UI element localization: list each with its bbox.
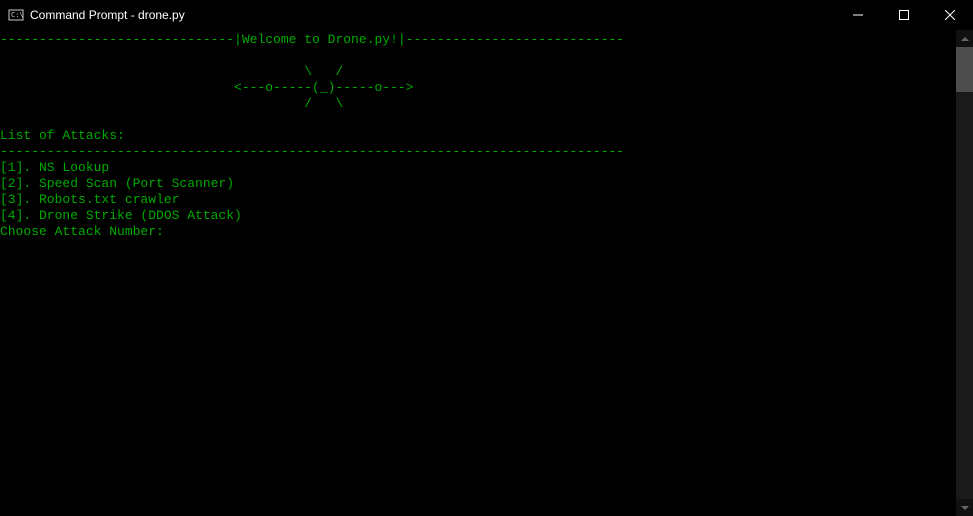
terminal-line: [1]. NS Lookup: [0, 160, 109, 175]
terminal-line: List of Attacks:: [0, 128, 125, 143]
terminal-line: / \: [0, 96, 343, 111]
terminal-prompt: Choose Attack Number:: [0, 224, 172, 239]
scrollbar-down-button[interactable]: [956, 499, 973, 516]
window-controls: [835, 0, 973, 30]
minimize-button[interactable]: [835, 0, 881, 30]
svg-text:C:\: C:\: [11, 11, 24, 19]
scrollbar-thumb[interactable]: [956, 47, 973, 92]
terminal-line: <---o-----(_)-----o--->: [0, 80, 413, 95]
terminal-line: [3]. Robots.txt crawler: [0, 192, 179, 207]
scrollbar-up-button[interactable]: [956, 30, 973, 47]
terminal-line: \ /: [0, 64, 343, 79]
cmd-icon: C:\: [8, 7, 24, 23]
scrollbar[interactable]: [956, 30, 973, 516]
terminal-content: ------------------------------|Welcome t…: [0, 30, 956, 516]
window-title: Command Prompt - drone.py: [30, 8, 835, 22]
terminal-line: [2]. Speed Scan (Port Scanner): [0, 176, 234, 191]
terminal-line: [4]. Drone Strike (DDOS Attack): [0, 208, 242, 223]
terminal-line: ------------------------------|Welcome t…: [0, 32, 624, 47]
close-button[interactable]: [927, 0, 973, 30]
terminal-area[interactable]: ------------------------------|Welcome t…: [0, 30, 973, 516]
titlebar: C:\ Command Prompt - drone.py: [0, 0, 973, 30]
maximize-button[interactable]: [881, 0, 927, 30]
terminal-line: ----------------------------------------…: [0, 144, 624, 159]
